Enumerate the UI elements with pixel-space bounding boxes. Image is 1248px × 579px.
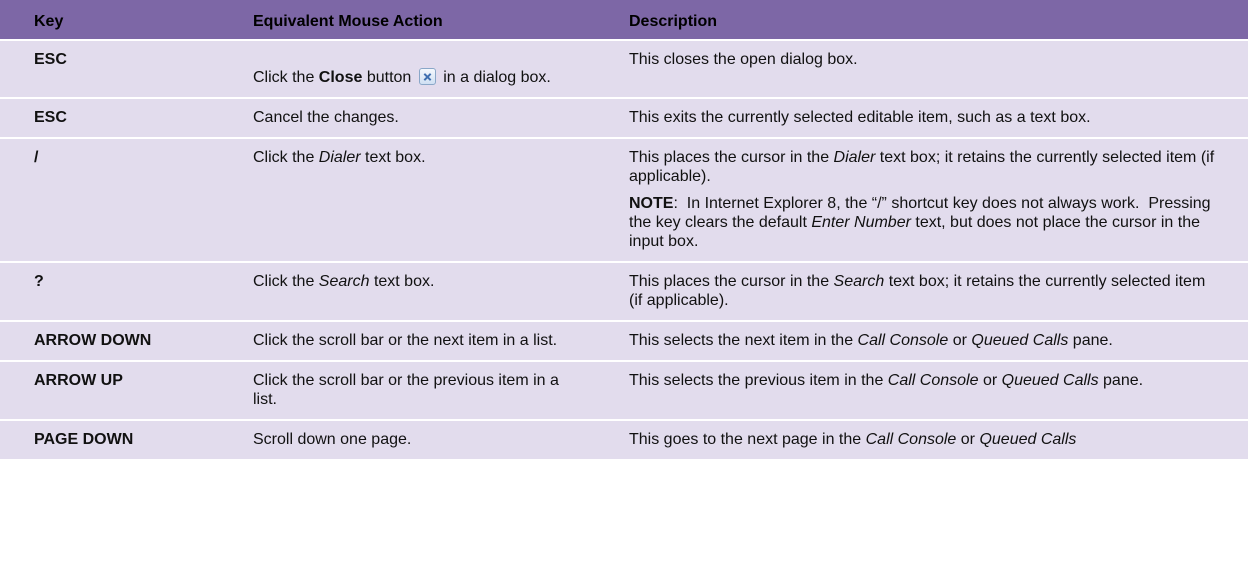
key-cell: PAGE DOWN — [34, 431, 134, 448]
action-text: text box. — [360, 149, 426, 166]
desc-text: or — [948, 332, 972, 349]
header-description: Description — [629, 13, 718, 30]
desc-text: pane. — [1068, 332, 1113, 349]
mouse-action-cell: Click the Search text box. — [241, 262, 617, 321]
description-cell: This places the cursor in the Search tex… — [617, 262, 1248, 321]
mouse-action-cell: Click the scroll bar or the previous ite… — [253, 372, 559, 408]
action-text: Click the — [253, 69, 319, 86]
desc-italic: Search — [833, 273, 885, 290]
desc-italic: Call Console — [887, 372, 979, 389]
action-text: button — [362, 69, 416, 86]
desc-italic: Queued Calls — [1001, 372, 1099, 389]
table-row: / Click the Dialer text box. This places… — [0, 138, 1248, 262]
note-italic: Enter Number — [811, 214, 911, 231]
note-text: NOTE: In Internet Explorer 8, the “/” sh… — [629, 194, 1218, 251]
table-row: ? Click the Search text box. This places… — [0, 262, 1248, 321]
desc-text: or — [978, 372, 1002, 389]
action-bold: Close — [318, 69, 363, 86]
desc-italic: Call Console — [857, 332, 949, 349]
header-mouse-action: Equivalent Mouse Action — [253, 13, 443, 30]
key-cell: ? — [34, 273, 44, 290]
action-text: Click the — [253, 149, 319, 166]
mouse-action-cell: Click the Close button in a dialog box. — [241, 40, 617, 98]
mouse-action-cell: Cancel the changes. — [253, 109, 399, 126]
table-row: ESC Cancel the changes. This exits the c… — [0, 98, 1248, 138]
description-cell: This selects the previous item in the Ca… — [617, 361, 1248, 420]
mouse-action-cell: Click the scroll bar or the next item in… — [253, 332, 558, 349]
desc-italic: Queued Calls — [971, 332, 1069, 349]
table-row: ARROW DOWN Click the scroll bar or the n… — [0, 321, 1248, 361]
key-cell: ARROW UP — [34, 372, 123, 389]
header-key: Key — [34, 13, 64, 30]
description-cell: This places the cursor in the Dialer tex… — [617, 138, 1248, 262]
description-text: This places the cursor in the Dialer tex… — [629, 148, 1218, 186]
mouse-action-cell: Click the Dialer text box. — [241, 138, 617, 262]
description-cell: This goes to the next page in the Call C… — [617, 420, 1248, 459]
close-icon — [418, 68, 436, 85]
note-label: NOTE — [629, 195, 674, 212]
action-italic: Dialer — [318, 149, 361, 166]
key-cell: ARROW DOWN — [34, 332, 152, 349]
desc-text: This goes to the next page in the — [629, 431, 866, 448]
desc-italic: Dialer — [833, 149, 876, 166]
key-cell: ESC — [34, 51, 67, 68]
table-row: ESC Click the Close button in a dialog b… — [0, 40, 1248, 98]
desc-italic: Queued Calls — [979, 431, 1077, 448]
desc-text: or — [956, 431, 980, 448]
table-row: ARROW UP Click the scroll bar or the pre… — [0, 361, 1248, 420]
action-text: Click the — [253, 273, 319, 290]
table-row: PAGE DOWN Scroll down one page. This goe… — [0, 420, 1248, 459]
desc-text: This selects the previous item in the — [629, 372, 888, 389]
desc-text: This places the cursor in the — [629, 149, 834, 166]
desc-text: pane. — [1098, 372, 1144, 389]
desc-text: This selects the next item in the — [629, 332, 858, 349]
table-header-row: Key Equivalent Mouse Action Description — [0, 0, 1248, 40]
mouse-action-cell: Scroll down one page. — [253, 431, 412, 448]
shortcut-keys-table: Key Equivalent Mouse Action Description … — [0, 0, 1248, 459]
desc-italic: Call Console — [865, 431, 957, 448]
action-text: in a dialog box. — [438, 69, 551, 86]
description-cell: This closes the open dialog box. — [629, 51, 858, 68]
action-italic: Search — [318, 273, 370, 290]
key-cell: / — [34, 149, 39, 166]
description-cell: This selects the next item in the Call C… — [617, 321, 1248, 361]
description-cell: This exits the currently selected editab… — [629, 109, 1091, 126]
desc-text: This places the cursor in the — [629, 273, 834, 290]
action-text: text box. — [369, 273, 435, 290]
key-cell: ESC — [34, 109, 67, 126]
